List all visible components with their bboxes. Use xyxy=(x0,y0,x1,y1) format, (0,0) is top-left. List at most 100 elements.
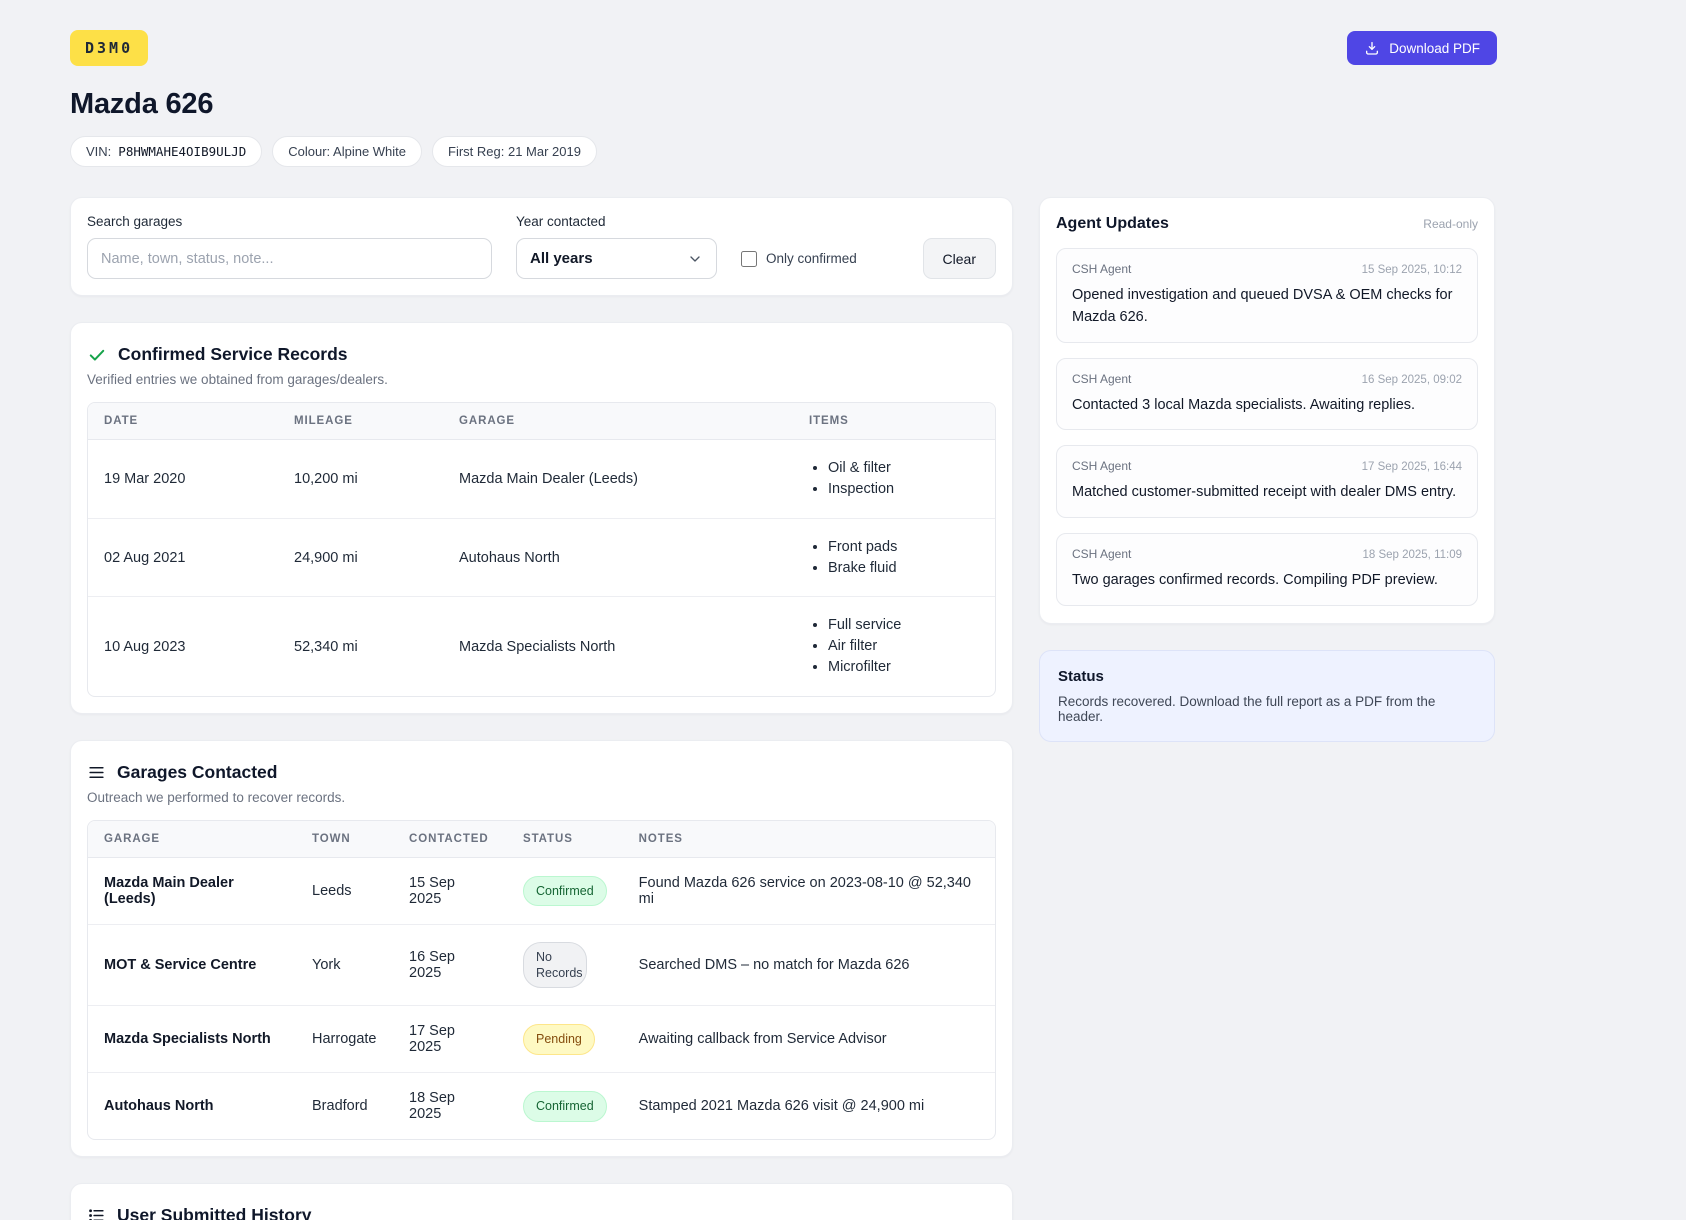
search-input[interactable] xyxy=(87,238,492,279)
service-item: Full service xyxy=(828,616,979,635)
cell-garage: Mazda Main Dealer (Leeds) xyxy=(88,858,296,925)
col-garage: GARAGE xyxy=(443,403,793,440)
vin-label: VIN: xyxy=(86,144,111,159)
table-row: Mazda Specialists North Harrogate 17 Sep… xyxy=(88,1006,995,1073)
cell-date: 10 Aug 2023 xyxy=(88,597,278,696)
cell-items: Full service Air filter Microfilter xyxy=(793,597,995,696)
page-header: D3M0 Download PDF xyxy=(70,30,1497,66)
cell-town: York xyxy=(296,925,393,1007)
cell-contacted: 18 Sep 2025 xyxy=(393,1073,507,1139)
year-field: Year contacted All years xyxy=(516,214,717,279)
cell-date: 19 Mar 2020 xyxy=(88,440,278,519)
cell-town: Bradford xyxy=(296,1073,393,1139)
agent-name: CSH Agent xyxy=(1072,459,1131,473)
only-confirmed-checkbox[interactable] xyxy=(741,251,757,267)
chevron-down-icon xyxy=(687,251,703,267)
update-timestamp: 15 Sep 2025, 10:12 xyxy=(1362,264,1462,276)
agent-update-item: CSH Agent 15 Sep 2025, 10:12 Opened inve… xyxy=(1056,248,1478,343)
clear-filters-button[interactable]: Clear xyxy=(923,238,996,279)
search-field: Search garages xyxy=(87,214,492,279)
status-badge: No Records xyxy=(523,942,587,989)
vehicle-chips: VIN: P8HWMAHE4OIB9ULJD Colour: Alpine Wh… xyxy=(70,136,1497,167)
download-pdf-button[interactable]: Download PDF xyxy=(1347,31,1497,65)
user-history-title: User Submitted History xyxy=(117,1205,311,1220)
table-row: 10 Aug 2023 52,340 mi Mazda Specialists … xyxy=(88,597,995,696)
cell-garage: Autohaus North xyxy=(88,1073,296,1139)
cell-garage: Mazda Main Dealer (Leeds) xyxy=(443,440,793,519)
confirmed-records-subtitle: Verified entries we obtained from garage… xyxy=(87,372,996,387)
update-timestamp: 17 Sep 2025, 16:44 xyxy=(1362,461,1462,473)
only-confirmed-label: Only confirmed xyxy=(766,251,857,266)
agent-updates-card: Agent Updates Read-only CSH Agent 15 Sep… xyxy=(1039,197,1495,624)
page: D3M0 Download PDF Mazda 626 VIN: P8HWMAH… xyxy=(70,0,1497,1220)
cell-date: 02 Aug 2021 xyxy=(88,519,278,598)
only-confirmed-toggle[interactable]: Only confirmed xyxy=(741,238,857,279)
cell-contacted: 17 Sep 2025 xyxy=(393,1006,507,1073)
service-item: Microfilter xyxy=(828,658,979,677)
search-label: Search garages xyxy=(87,214,492,229)
table-row: Autohaus North Bradford 18 Sep 2025 Conf… xyxy=(88,1073,995,1139)
cell-items: Front pads Brake fluid xyxy=(793,519,995,598)
col-notes: NOTES xyxy=(623,821,995,858)
cell-notes: Found Mazda 626 service on 2023-08-10 @ … xyxy=(623,858,995,925)
cell-garage: Autohaus North xyxy=(443,519,793,598)
table-row: 19 Mar 2020 10,200 mi Mazda Main Dealer … xyxy=(88,440,995,519)
status-badge: Pending xyxy=(523,1024,595,1054)
cell-garage: MOT & Service Centre xyxy=(88,925,296,1007)
cell-status: Confirmed xyxy=(507,1073,623,1139)
confirmed-records-table: DATE MILEAGE GARAGE ITEMS 19 Mar 2020 10… xyxy=(87,402,996,697)
agent-update-item: CSH Agent 17 Sep 2025, 16:44 Matched cus… xyxy=(1056,445,1478,518)
col-date: DATE xyxy=(88,403,278,440)
service-item: Brake fluid xyxy=(828,559,979,578)
year-select[interactable]: All years xyxy=(516,238,717,279)
col-contacted: CONTACTED xyxy=(393,821,507,858)
agent-name: CSH Agent xyxy=(1072,262,1131,276)
update-text: Two garages confirmed records. Compiling… xyxy=(1072,570,1462,592)
update-timestamp: 18 Sep 2025, 11:09 xyxy=(1362,549,1462,561)
filter-bar: Search garages Year contacted All years … xyxy=(70,197,1013,296)
service-item: Inspection xyxy=(828,480,979,499)
cell-status: No Records xyxy=(507,925,623,1007)
page-title: Mazda 626 xyxy=(70,88,1497,121)
read-only-badge: Read-only xyxy=(1423,217,1478,231)
year-select-value: All years xyxy=(530,250,593,267)
col-town: TOWN xyxy=(296,821,393,858)
table-header-row: DATE MILEAGE GARAGE ITEMS xyxy=(88,403,995,440)
update-text: Contacted 3 local Mazda specialists. Awa… xyxy=(1072,395,1462,417)
update-timestamp: 16 Sep 2025, 09:02 xyxy=(1362,374,1462,386)
cell-mileage: 10,200 mi xyxy=(278,440,443,519)
menu-icon xyxy=(87,763,106,782)
status-card: Status Records recovered. Download the f… xyxy=(1039,650,1495,742)
garages-contacted-card: Garages Contacted Outreach we performed … xyxy=(70,740,1013,1158)
col-items: ITEMS xyxy=(793,403,995,440)
table-header-row: GARAGE TOWN CONTACTED STATUS NOTES xyxy=(88,821,995,858)
download-pdf-label: Download PDF xyxy=(1389,41,1480,56)
list-icon xyxy=(87,1206,106,1220)
table-row: 02 Aug 2021 24,900 mi Autohaus North Fro… xyxy=(88,519,995,598)
cell-contacted: 16 Sep 2025 xyxy=(393,925,507,1007)
status-badge: Confirmed xyxy=(523,1091,607,1121)
service-item: Oil & filter xyxy=(828,459,979,478)
col-mileage: MILEAGE xyxy=(278,403,443,440)
garages-contacted-table: GARAGE TOWN CONTACTED STATUS NOTES Mazda… xyxy=(87,820,996,1141)
cell-status: Pending xyxy=(507,1006,623,1073)
agent-update-item: CSH Agent 16 Sep 2025, 09:02 Contacted 3… xyxy=(1056,358,1478,431)
col-garage: GARAGE xyxy=(88,821,296,858)
agent-update-item: CSH Agent 18 Sep 2025, 11:09 Two garages… xyxy=(1056,533,1478,606)
cell-status: Confirmed xyxy=(507,858,623,925)
update-text: Opened investigation and queued DVSA & O… xyxy=(1072,285,1462,329)
cell-notes: Awaiting callback from Service Advisor xyxy=(623,1006,995,1073)
cell-items: Oil & filter Inspection xyxy=(793,440,995,519)
cell-contacted: 15 Sep 2025 xyxy=(393,858,507,925)
demo-badge: D3M0 xyxy=(70,30,148,66)
colour-chip: Colour: Alpine White xyxy=(272,136,422,167)
vin-value: P8HWMAHE4OIB9ULJD xyxy=(118,144,246,159)
user-history-card: User Submitted History Entries provided … xyxy=(70,1183,1013,1220)
service-item: Air filter xyxy=(828,637,979,656)
cell-town: Harrogate xyxy=(296,1006,393,1073)
table-row: Mazda Main Dealer (Leeds) Leeds 15 Sep 2… xyxy=(88,858,995,925)
year-label: Year contacted xyxy=(516,214,717,229)
download-icon xyxy=(1364,40,1380,56)
garages-contacted-title: Garages Contacted xyxy=(117,762,277,783)
vin-chip: VIN: P8HWMAHE4OIB9ULJD xyxy=(70,136,262,167)
